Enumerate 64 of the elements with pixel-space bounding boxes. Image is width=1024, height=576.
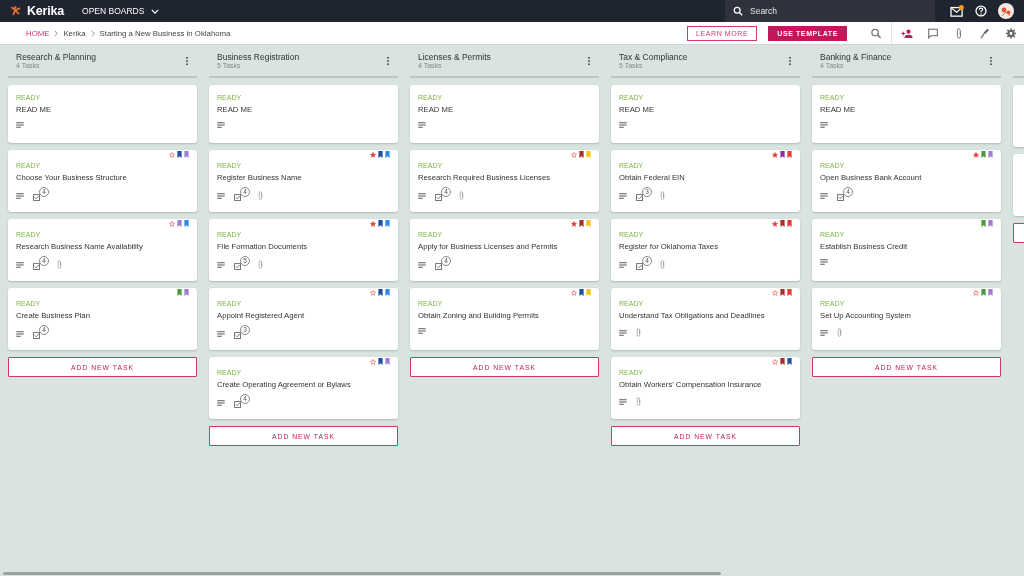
description-icon <box>619 192 627 199</box>
brush-icon[interactable] <box>979 27 991 39</box>
scrollbar[interactable] <box>3 572 721 575</box>
search-field[interactable]: Search <box>725 0 935 22</box>
help-icon[interactable] <box>974 5 988 17</box>
app-name: Kerika <box>27 4 65 18</box>
star-icon[interactable] <box>571 221 577 227</box>
description-icon <box>217 330 225 337</box>
search-icon <box>733 6 743 16</box>
star-icon[interactable] <box>571 290 577 296</box>
description-icon <box>619 122 627 128</box>
more-icon[interactable] <box>587 55 591 66</box>
column-title: Business Registration <box>217 52 301 62</box>
add-person-icon[interactable] <box>901 27 913 39</box>
star-icon[interactable] <box>772 152 778 158</box>
star-icon[interactable] <box>772 221 778 227</box>
caret-icon <box>151 8 160 14</box>
star-icon[interactable] <box>370 359 376 365</box>
column-title: Research & Planning <box>16 52 97 62</box>
more-icon[interactable] <box>185 55 189 66</box>
chevron-icon <box>54 29 59 37</box>
description-icon <box>619 261 627 268</box>
more-icon[interactable] <box>386 55 390 66</box>
open-boards-menu[interactable]: OPEN BOARDS <box>82 6 160 16</box>
description-icon <box>418 192 426 199</box>
settings-icon[interactable] <box>1005 27 1017 39</box>
star-icon[interactable] <box>169 152 175 158</box>
star-icon[interactable] <box>169 221 175 227</box>
star-icon[interactable] <box>370 290 376 296</box>
description-icon <box>619 398 627 405</box>
description-icon <box>16 122 24 128</box>
star-icon[interactable] <box>370 221 376 227</box>
star-icon[interactable] <box>772 359 778 365</box>
more-icon[interactable] <box>989 55 993 66</box>
description-icon <box>16 330 24 337</box>
column-title: Banking & Finance <box>820 52 893 62</box>
description-icon <box>820 122 828 128</box>
description-icon <box>217 192 225 199</box>
star-icon[interactable] <box>973 152 979 158</box>
description-icon <box>217 122 225 128</box>
star-icon[interactable] <box>571 152 577 158</box>
avatar[interactable] <box>998 3 1014 19</box>
description-icon <box>217 261 225 268</box>
star-icon[interactable] <box>772 290 778 296</box>
description-icon <box>418 261 426 268</box>
search-icon[interactable] <box>870 27 882 39</box>
description-icon <box>820 329 828 336</box>
description-icon <box>217 399 225 406</box>
chat-icon[interactable] <box>927 27 939 39</box>
star-icon[interactable] <box>973 290 979 296</box>
description-icon <box>820 259 828 265</box>
description-icon <box>418 122 426 128</box>
mail-icon[interactable] <box>950 5 964 17</box>
more-icon[interactable] <box>788 55 792 66</box>
description-icon <box>820 192 828 199</box>
star-icon[interactable] <box>370 152 376 158</box>
description-icon <box>418 328 426 334</box>
chevron-icon <box>90 29 95 37</box>
description-icon <box>16 192 24 199</box>
description-icon <box>16 261 24 268</box>
column-title: Tax & Compliance <box>619 52 689 62</box>
description-icon <box>619 329 627 336</box>
logo-icon <box>10 5 22 17</box>
column-title: Licenses & Permits <box>418 52 492 62</box>
